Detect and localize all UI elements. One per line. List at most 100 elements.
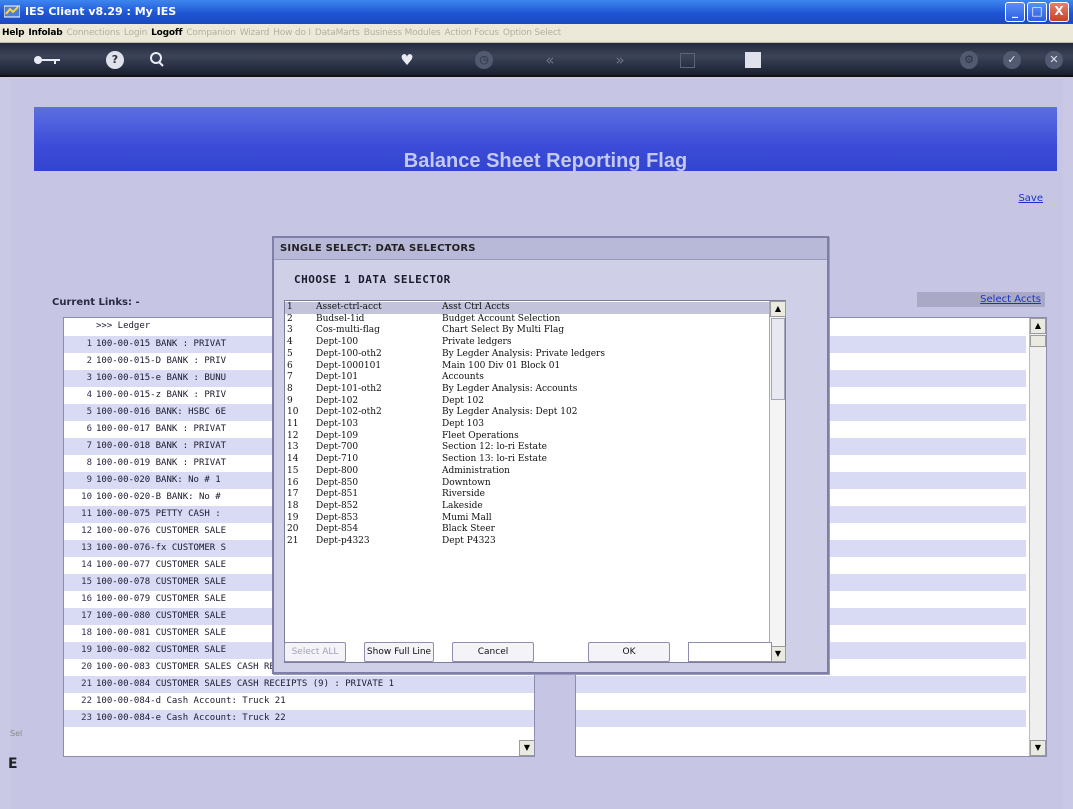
ledger-row-text: 100-00-079 CUSTOMER SALE xyxy=(96,594,227,604)
ledger-row[interactable]: 22 100-00-084-d Cash Account: Truck 21 xyxy=(64,693,534,710)
ledger-row-number: 16 xyxy=(81,594,92,604)
linked-row[interactable] xyxy=(576,710,1026,727)
history-icon[interactable]: ◷ xyxy=(475,51,493,69)
selector-item-description: Riverside xyxy=(442,489,485,500)
scroll-down-icon[interactable]: ▼ xyxy=(1030,740,1046,756)
menu-bar: Help Infolab Connections Login Logoff Compani… xyxy=(0,24,1073,43)
selector-item[interactable]: 4 Dept-100 Private ledgers xyxy=(285,337,769,349)
selector-input[interactable] xyxy=(688,642,772,662)
selector-item[interactable]: 6 Dept-1000101 Main 100 Div 01 Block 01 xyxy=(285,361,769,373)
ledger-scroll-down-icon[interactable]: ▼ xyxy=(519,740,534,756)
selector-item-description: Private ledgers xyxy=(442,337,512,348)
selector-item-code: Dept-710 xyxy=(316,454,359,465)
selector-item[interactable]: 20 Dept-854 Black Steer xyxy=(285,524,769,536)
ledger-row-text: 100-00-015-z BANK : PRIV xyxy=(96,390,227,400)
save-link[interactable]: Save xyxy=(1018,193,1043,204)
ledger-row-text: 100-00-081 CUSTOMER SALE xyxy=(96,628,227,638)
selector-item[interactable]: 2 Budsel-1id Budget Account Selection xyxy=(285,314,769,326)
menu-item-7[interactable]: How do I xyxy=(271,24,313,38)
ledger-header: >>> Ledger xyxy=(96,321,151,331)
ledger-row-number: 21 xyxy=(81,679,92,689)
selector-item[interactable]: 3 Cos-multi-flag Chart Select By Multi Fla… xyxy=(285,325,769,337)
selector-item[interactable]: 14 Dept-710 Section 13: lo-ri Estate xyxy=(285,454,769,466)
menu-item-1[interactable]: Infolab xyxy=(26,24,64,38)
cancel-button[interactable]: Cancel xyxy=(452,642,534,662)
close-window-button[interactable]: X xyxy=(1049,2,1069,22)
page-title: Balance Sheet Reporting Flag xyxy=(403,150,688,172)
close-icon[interactable]: ✕ xyxy=(1045,51,1063,69)
menu-item-2[interactable]: Connections xyxy=(64,24,121,38)
menu-item-9[interactable]: Business Modules xyxy=(362,24,443,38)
menu-item-3[interactable]: Login xyxy=(122,24,149,38)
search-icon[interactable] xyxy=(146,49,168,71)
selector-item-number: 13 xyxy=(287,442,299,453)
selector-item-code: Dept-850 xyxy=(316,477,359,488)
selector-item[interactable]: 15 Dept-800 Administration xyxy=(285,466,769,478)
dialog-scroll-down-icon[interactable]: ▼ xyxy=(770,646,786,662)
key-icon[interactable] xyxy=(30,49,62,71)
maximize-button[interactable]: □ xyxy=(1027,2,1047,22)
ledger-row-text: 100-00-020-B BANK: No # xyxy=(96,492,221,502)
check-icon[interactable]: ✓ xyxy=(1003,51,1021,69)
stop-icon[interactable] xyxy=(745,52,761,68)
selector-item[interactable]: 12 Dept-109 Fleet Operations xyxy=(285,431,769,443)
scroll-thumb[interactable] xyxy=(1030,335,1046,347)
dialog-scroll-up-icon[interactable]: ▲ xyxy=(770,301,786,317)
selector-item[interactable]: 17 Dept-851 Riverside xyxy=(285,489,769,501)
window-titlebar: IES Client v8.29 : My IES _ □ X xyxy=(0,0,1073,24)
selector-item[interactable]: 11 Dept-103 Dept 103 xyxy=(285,419,769,431)
linked-row[interactable] xyxy=(576,676,1026,693)
ledger-row[interactable]: 21 100-00-084 CUSTOMER SALES CASH RECEIPT… xyxy=(64,676,534,693)
ok-button[interactable]: OK xyxy=(588,642,670,662)
selector-item[interactable]: 7 Dept-101 Accounts xyxy=(285,372,769,384)
menu-item-10[interactable]: Action Focus xyxy=(443,24,501,38)
selector-item-code: Dept-101-oth2 xyxy=(316,383,382,394)
selector-item-description: Accounts xyxy=(442,372,484,383)
show-full-line-button[interactable]: Show Full Line xyxy=(364,642,434,662)
linked-row[interactable] xyxy=(576,727,1026,744)
selector-item-code: Dept-700 xyxy=(316,442,359,453)
ledger-row-number: 20 xyxy=(81,662,92,672)
select-all-button[interactable]: Select ALL xyxy=(284,642,346,662)
help-icon[interactable]: ? xyxy=(106,51,124,69)
selector-item[interactable]: 5 Dept-100-oth2 By Legder Analysis: Privat… xyxy=(285,349,769,361)
selector-item[interactable]: 19 Dept-853 Mumi Mall xyxy=(285,513,769,525)
ledger-row-text: 100-00-078 CUSTOMER SALE xyxy=(96,577,227,587)
menu-item-0[interactable]: Help xyxy=(0,24,26,38)
menu-item-11[interactable]: Option Select xyxy=(501,24,563,38)
ledger-row-text: 100-00-019 BANK : PRIVAT xyxy=(96,458,227,468)
selector-item[interactable]: 13 Dept-700 Section 12: lo-ri Estate xyxy=(285,442,769,454)
selector-item[interactable]: 8 Dept-101-oth2 By Legder Analysis: Accoun… xyxy=(285,384,769,396)
selector-item[interactable]: 18 Dept-852 Lakeside xyxy=(285,501,769,513)
settings-icon[interactable]: ⚙ xyxy=(960,51,978,69)
ledger-row-number: 1 xyxy=(86,339,92,349)
menu-item-8[interactable]: DataMarts xyxy=(313,24,362,38)
selector-item-code: Dept-p4323 xyxy=(316,536,370,546)
dialog-scroll-thumb[interactable] xyxy=(771,318,785,400)
dialog-list-scrollbar[interactable]: ▲ ▼ xyxy=(769,301,786,662)
linked-row[interactable] xyxy=(576,693,1026,710)
menu-item-6[interactable]: Wizard xyxy=(238,24,272,38)
selector-item-code: Budsel-1id xyxy=(316,313,365,324)
selector-item-code: Dept-100 xyxy=(316,337,359,348)
selector-item[interactable]: 9 Dept-102 Dept 102 xyxy=(285,396,769,408)
selector-item[interactable]: 10 Dept-102-oth2 By Legder Analysis: Dept … xyxy=(285,407,769,419)
rewind-icon[interactable]: « xyxy=(540,49,560,71)
right-list-scrollbar[interactable]: ▲ ▼ xyxy=(1029,318,1046,756)
selector-item[interactable]: 1 Asset-ctrl-acct Asst Ctrl Accts xyxy=(285,302,769,314)
selector-item[interactable]: 21 Dept-p4323 Dept P4323 xyxy=(285,536,769,548)
selector-item-description: Dept 102 xyxy=(442,395,484,406)
minimize-button[interactable]: _ xyxy=(1005,2,1025,22)
heart-icon[interactable]: ♥ xyxy=(398,49,416,71)
selector-item-description: Downtown xyxy=(442,477,491,488)
menu-item-4[interactable]: Logoff xyxy=(149,24,184,38)
menu-item-5[interactable]: Companion xyxy=(184,24,237,38)
ledger-row-number: 11 xyxy=(81,509,92,519)
column-icon[interactable] xyxy=(680,53,695,68)
ledger-row[interactable]: 23 100-00-084-e Cash Account: Truck 22 xyxy=(64,710,534,727)
selector-item[interactable]: 16 Dept-850 Downtown xyxy=(285,478,769,490)
scroll-up-icon[interactable]: ▲ xyxy=(1030,318,1046,334)
select-accts-link[interactable]: Select Accts xyxy=(917,292,1045,307)
forward-icon[interactable]: » xyxy=(610,49,630,71)
selector-item-description: By Legder Analysis: Private ledgers xyxy=(442,348,605,359)
